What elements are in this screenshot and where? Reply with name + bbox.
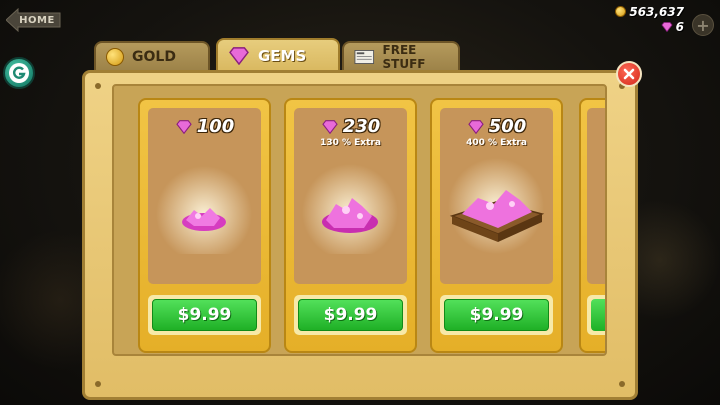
gem-count: 6: [675, 19, 684, 34]
buy-button[interactable]: [587, 295, 605, 335]
gem-pile-medium-icon: [302, 164, 398, 254]
bonus-label: 400 % Extra: [466, 138, 527, 148]
google-play-games-button[interactable]: [3, 57, 35, 89]
offer-card[interactable]: 230 130 % Extra $9.99: [284, 98, 417, 353]
tab-gold[interactable]: GOLD: [94, 41, 210, 73]
buy-button[interactable]: $9.99: [440, 295, 553, 335]
price-label: $9.99: [177, 305, 232, 325]
tab-gold-label: GOLD: [132, 49, 176, 65]
offers-scroll-area[interactable]: 100 $9.99 230 130 % Extra $9.99 500 400 …: [112, 84, 607, 356]
price-label: $9.99: [469, 305, 524, 325]
coin-balance: 563,637: [615, 4, 684, 19]
currency-display: 563,637 6: [615, 4, 684, 34]
tab-gems[interactable]: GEMS: [216, 38, 340, 73]
offer-display: 500 400 % Extra: [440, 108, 553, 284]
tab-free-stuff-label: FREE STUFF: [382, 43, 426, 71]
g-logo-icon: [9, 63, 29, 83]
bonus-label: 130 % Extra: [320, 138, 381, 148]
gem-icon: [229, 46, 249, 65]
offer-amount-row: 230: [294, 116, 407, 137]
offer-display: [587, 108, 605, 284]
gem-pile-small-icon: [156, 166, 252, 254]
gem-crate-icon: [448, 158, 545, 254]
coin-icon: [615, 6, 627, 17]
offer-display: 100: [148, 108, 261, 284]
tab-free-stuff[interactable]: FREE STUFF: [342, 41, 460, 73]
offer-amount-row: 500: [440, 116, 553, 137]
buy-button-face: $9.99: [298, 299, 403, 331]
home-label: HOME: [19, 14, 55, 26]
home-button[interactable]: HOME: [6, 8, 62, 32]
gem-balance: 6: [615, 19, 684, 34]
offer-card[interactable]: 500 400 % Extra $9.99: [430, 98, 563, 353]
gem-icon: [175, 119, 192, 134]
nail-icon: [95, 381, 101, 387]
buy-button[interactable]: $9.99: [294, 295, 407, 335]
offer-amount: 230: [342, 116, 381, 137]
nail-icon: [95, 83, 101, 89]
buy-button[interactable]: $9.99: [148, 295, 261, 335]
price-label: $9.99: [323, 305, 378, 325]
buy-button-face: [591, 299, 605, 331]
tab-gems-label: GEMS: [258, 46, 307, 65]
offer-amount-row: 100: [148, 116, 261, 137]
add-currency-button[interactable]: +: [692, 14, 714, 36]
gem-icon: [321, 119, 338, 134]
close-button[interactable]: [616, 61, 642, 87]
newspaper-icon: [354, 50, 375, 64]
offer-card-partial[interactable]: [579, 98, 605, 353]
gem-icon: [661, 21, 673, 32]
buy-button-face: $9.99: [444, 299, 549, 331]
coin-count: 563,637: [629, 4, 684, 19]
offer-card[interactable]: 100 $9.99: [138, 98, 271, 353]
nail-icon: [619, 381, 625, 387]
offer-display: 230 130 % Extra: [294, 108, 407, 284]
coin-icon: [106, 48, 124, 66]
offer-amount: 100: [196, 116, 235, 137]
close-icon: [623, 68, 635, 80]
offer-amount: 500: [488, 116, 527, 137]
buy-button-face: $9.99: [152, 299, 257, 331]
gem-icon: [467, 119, 484, 134]
